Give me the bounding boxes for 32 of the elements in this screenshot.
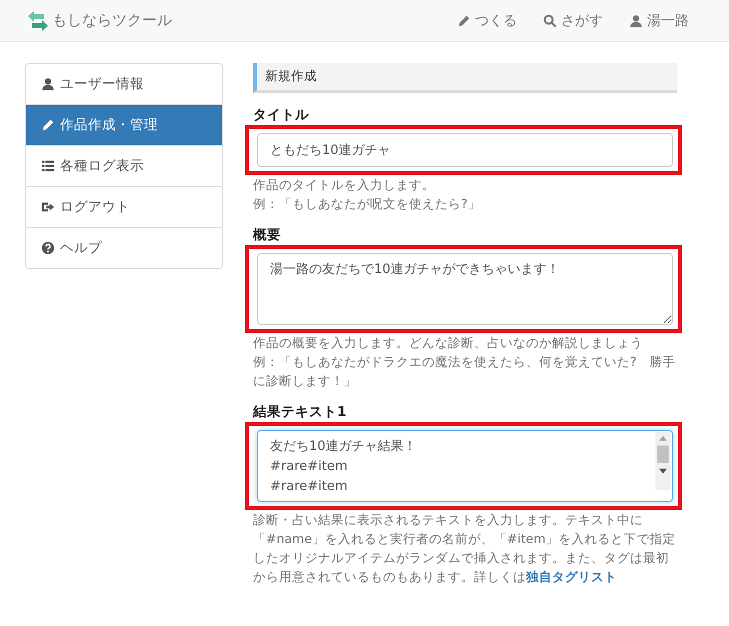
help-text: 診断・占い結果に表示されるテキストを入力します。テキスト中に「#name」を入れると実行者の名前が、「#item」を入れると下で指定したオリジナルアイテムがランダムで挿入されます。また、タグは最初から用意されているものもあります。詳しくは独自タグリスト xyxy=(253,511,677,586)
help-icon xyxy=(41,241,55,255)
field-label: 結果テキスト1 xyxy=(253,403,348,421)
help-text: 作品の概要を入力します。どんな診断、占いなのか解説しましょう xyxy=(253,334,644,352)
tag-list-link[interactable]: 独自タグリスト xyxy=(526,569,617,584)
result-text-area[interactable]: 友だち10連ガチャ結果！ #rare#item #rare#item xyxy=(257,430,673,502)
scrollbar-icon xyxy=(655,432,671,490)
pencil-icon xyxy=(457,14,471,28)
field-label: タイトル xyxy=(253,106,310,124)
logout-icon xyxy=(41,200,55,214)
sidebar-item[interactable]: ヘルプ xyxy=(26,227,222,268)
search-icon xyxy=(543,14,557,28)
nav-link[interactable]: さがす xyxy=(543,12,603,30)
title-input-field[interactable]: ともだち10連ガチャ xyxy=(257,133,673,167)
user-icon xyxy=(41,77,55,91)
brand-link[interactable]: もしならツクール xyxy=(26,8,172,32)
help-text: 作品のタイトルを入力します。 xyxy=(253,176,436,194)
help-text: 例：「もしあなたがドラクエの魔法を使えたら、何を覚えていた? 勝手に診断します！」 xyxy=(253,353,677,390)
section-heading: 新規作成 xyxy=(253,63,677,93)
help-text: 例：「もしあなたが呪文を使えたら?」 xyxy=(253,195,482,213)
sidebar-item[interactable]: 各種ログ表示 xyxy=(26,145,222,186)
nav-link[interactable]: つくる xyxy=(457,12,517,30)
list-icon xyxy=(41,159,55,173)
user-icon xyxy=(629,14,643,28)
nav-link[interactable]: 湯一路 xyxy=(629,12,689,30)
pencil-icon xyxy=(41,118,55,132)
arrows-logo-icon xyxy=(26,8,50,32)
sidebar-item[interactable]: ログアウト xyxy=(26,186,222,227)
field-label: 概要 xyxy=(253,226,282,244)
sidebar-item[interactable]: ユーザー情報 xyxy=(26,64,222,104)
summary-text-area[interactable]: 湯一路の友だちで10連ガチャができちゃいます！ xyxy=(257,253,673,325)
sidebar-item[interactable]: 作品作成・管理 xyxy=(26,104,222,145)
